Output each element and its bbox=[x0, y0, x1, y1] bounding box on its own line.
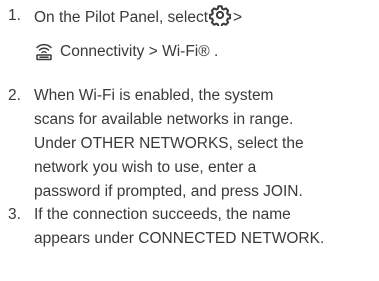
step-body: If the connection succeeds, the name app… bbox=[34, 203, 374, 251]
step-line: network you wish to use, enter a bbox=[34, 159, 257, 176]
step-number: 3. bbox=[8, 206, 21, 223]
step-separator: > bbox=[233, 9, 243, 26]
step-number: 2. bbox=[8, 87, 21, 104]
step-line: password if prompted, and press JOIN. bbox=[34, 183, 303, 200]
step-text: Connectivity > Wi-Fi® . bbox=[60, 43, 219, 60]
step-line: When Wi-Fi is enabled, the system bbox=[34, 87, 274, 104]
instruction-steps: 1. On the Pilot Panel, select > Connecti… bbox=[0, 0, 379, 281]
wifi-connectivity-icon bbox=[34, 41, 54, 69]
step-line: If the connection succeeds, the name bbox=[34, 206, 291, 223]
step-text: On the Pilot Panel, select bbox=[34, 9, 209, 26]
step-body: When Wi-Fi is enabled, the system scans … bbox=[34, 84, 374, 204]
step-line: Connectivity > Wi-Fi® . bbox=[34, 40, 374, 69]
step-line: On the Pilot Panel, select > bbox=[34, 4, 374, 34]
step-line: Under OTHER NETWORKS, select the bbox=[34, 135, 304, 152]
step-body: On the Pilot Panel, select > Connectivit… bbox=[34, 4, 374, 69]
step-line: scans for available networks in range. bbox=[34, 111, 294, 128]
step-line: appears under CONNECTED NETWORK. bbox=[34, 230, 325, 247]
step-number: 1. bbox=[8, 7, 21, 24]
gear-icon bbox=[208, 4, 232, 34]
